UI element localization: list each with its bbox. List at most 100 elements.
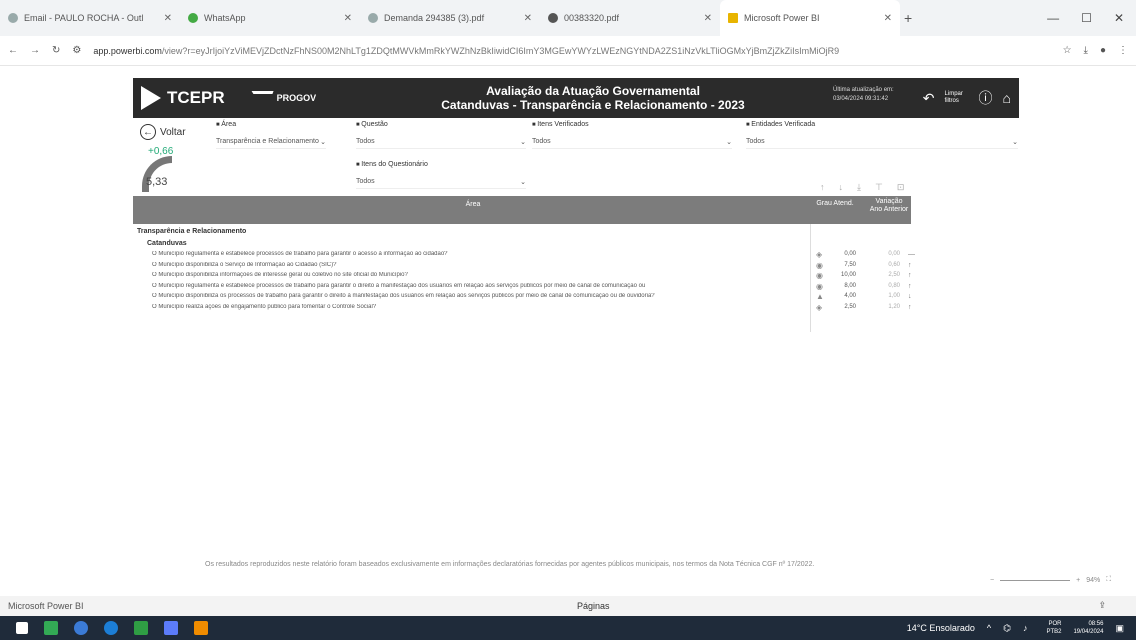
zoom-out-icon[interactable]: − <box>990 577 994 584</box>
row-nota: 0,00 <box>844 251 856 257</box>
drill-down-icon[interactable]: ↓ <box>839 182 844 193</box>
progov-wing-icon <box>246 91 274 105</box>
tab-whatsapp[interactable]: WhatsApp ✕ <box>180 0 360 36</box>
tab-pdf[interactable]: 00383320.pdf ✕ <box>540 0 720 36</box>
column-header-nota[interactable]: Grau Atend. <box>815 200 855 207</box>
outlook-icon[interactable] <box>164 621 178 635</box>
table-row[interactable]: O Município realiza ações de engajamento… <box>152 303 912 315</box>
row-nota: 4,00 <box>844 293 856 299</box>
filter-itens-verificados[interactable]: Itens Verificados Todos ⌄ <box>532 121 732 149</box>
info-icon[interactable]: ⓘ <box>979 88 993 108</box>
chrome-icon[interactable] <box>74 621 88 635</box>
tab-title: Demanda 294385 (3).pdf <box>384 13 485 23</box>
status-circle-icon: ◉ <box>816 281 823 291</box>
browser-tab-strip: Email - PAULO ROCHA - Outl ✕ WhatsApp ✕ De… <box>0 0 1136 36</box>
url-domain: app.powerbi.com <box>93 45 162 56</box>
row-question: O Município regulamenta e estabelece pro… <box>152 251 448 257</box>
tab-demanda-pdf[interactable]: Demanda 294385 (3).pdf ✕ <box>360 0 540 36</box>
powerbi-taskbar-icon[interactable] <box>194 621 208 635</box>
close-tab-icon[interactable]: ✕ <box>164 13 172 24</box>
excel-icon[interactable] <box>134 621 148 635</box>
row-variacao: 1,20 <box>888 303 900 310</box>
table-row[interactable]: O Município disponibiliza informações de… <box>152 271 912 283</box>
clock-date: 19/04/2024 <box>1073 629 1104 635</box>
filter-entidades-value[interactable]: Todos ⌄ <box>746 138 1018 149</box>
tab-powerbi[interactable]: Microsoft Power BI ✕ <box>720 0 900 36</box>
header-actions: ↶ Limpar filtros ⓘ ⌂ <box>923 88 1011 108</box>
clock[interactable]: 08:56 19/04/2024 <box>1073 620 1103 636</box>
filter-itens-questionario-label: Itens do Questionário <box>356 161 526 168</box>
powerbi-icon <box>728 13 738 23</box>
table-row[interactable]: O Município regulamenta e estabelece pro… <box>152 281 912 294</box>
row-group-area[interactable]: Transparência e Relacionamento <box>137 228 246 235</box>
close-tab-icon[interactable]: ✕ <box>704 13 712 24</box>
focus-mode-icon[interactable]: ⊡ <box>897 182 905 193</box>
column-header-area[interactable]: Área <box>133 201 813 208</box>
tab-email[interactable]: Email - PAULO ROCHA - Outl ✕ <box>0 0 180 36</box>
filter-entidades[interactable]: Entidades Verificada Todos ⌄ <box>746 121 1018 149</box>
filter-entidades-selected: Todos <box>746 138 765 145</box>
filter-questao-value[interactable]: Todos ⌄ <box>356 138 526 149</box>
drill-up-icon[interactable]: ↑ <box>820 182 825 193</box>
filter-area-value[interactable]: Transparência e Relacionamento ⌄ <box>216 138 326 149</box>
close-tab-icon[interactable]: ✕ <box>524 13 532 24</box>
url-field[interactable]: app.powerbi.com/view?r=eyJrIjoiYzViMEVjZ… <box>93 46 1050 56</box>
pdf-icon <box>548 13 558 23</box>
volume-icon[interactable]: ♪ <box>1023 623 1028 633</box>
network-icon[interactable]: ⌬ <box>1003 623 1011 634</box>
column-header-variacao[interactable]: Variação Ano Anterior <box>869 198 909 214</box>
score-gauge: +0,66 5,33 <box>142 146 212 196</box>
site-info-icon[interactable]: ⚙ <box>72 45 81 56</box>
visual-toolbar: ↑ ↓ ⤓ ⊤ ⊡ <box>820 182 904 193</box>
minimize-icon[interactable]: — <box>1047 11 1059 25</box>
filter-itens-questionario[interactable]: Itens do Questionário Todos ⌄ <box>356 161 526 189</box>
report-title-line1: Avaliação da Atuação Governamental <box>486 84 700 98</box>
pages-button[interactable]: Páginas <box>577 601 610 611</box>
report-title: Avaliação da Atuação Governamental Catan… <box>433 84 753 112</box>
share-icon[interactable]: ⇪ <box>1098 600 1106 611</box>
status-circle-icon: ◉ <box>816 271 823 280</box>
new-tab-icon[interactable]: + <box>904 10 912 26</box>
filter-questao[interactable]: Questão Todos ⌄ <box>356 121 526 149</box>
filter-area[interactable]: Área Transparência e Relacionamento⌄ <box>216 121 326 149</box>
filter-itens-questionario-value[interactable]: Todos ⌄ <box>356 178 526 189</box>
reload-icon[interactable]: ↻ <box>52 45 60 56</box>
zoom-in-icon[interactable]: + <box>1076 577 1080 584</box>
tray-expand-icon[interactable]: ^ <box>987 623 991 633</box>
bookmark-star-icon[interactable]: ☆ <box>1063 45 1072 56</box>
language-indicator[interactable]: POR PTB2 <box>1039 620 1061 636</box>
filter-icon[interactable]: ⊤ <box>875 182 883 193</box>
table-row[interactable]: O Município disponibiliza os processos d… <box>152 292 912 304</box>
close-window-icon[interactable]: ✕ <box>1114 11 1124 25</box>
file-explorer-icon[interactable] <box>44 621 58 635</box>
maximize-icon[interactable]: ☐ <box>1081 11 1092 25</box>
tcepr-logo-icon <box>141 86 161 110</box>
back-arrow-icon[interactable]: ← <box>8 45 18 56</box>
back-button[interactable]: ← Voltar <box>140 124 186 140</box>
profile-icon[interactable]: ● <box>1100 45 1106 56</box>
weather-widget[interactable]: 14°C Ensolarado <box>907 623 975 633</box>
start-icon[interactable] <box>16 622 28 634</box>
menu-icon[interactable]: ⋮ <box>1118 45 1128 56</box>
tab-title: Email - PAULO ROCHA - Outl <box>24 13 144 23</box>
fit-page-icon[interactable]: ⛶ <box>1106 576 1111 584</box>
expand-icon[interactable]: ⤓ <box>857 182 861 193</box>
close-tab-icon[interactable]: ✕ <box>344 13 352 24</box>
notification-icon[interactable]: ▣ <box>1115 623 1124 634</box>
zoom-slider[interactable] <box>1000 579 1071 581</box>
tab-title: 00383320.pdf <box>564 13 620 23</box>
download-icon[interactable]: ⤓ <box>1084 45 1088 56</box>
table-row[interactable]: O Município disponibiliza o Serviço de I… <box>152 261 912 273</box>
row-group-municipio[interactable]: Catanduvas <box>147 240 187 247</box>
row-question: O Município disponibiliza o Serviço de I… <box>152 261 337 268</box>
table-row[interactable]: O Município regulamenta e estabelece pro… <box>152 250 915 262</box>
close-tab-icon[interactable]: ✕ <box>884 13 892 24</box>
clear-filters-icon[interactable]: ↶ <box>923 90 935 107</box>
home-icon[interactable]: ⌂ <box>1003 90 1011 106</box>
filter-itens-verificados-value[interactable]: Todos ⌄ <box>532 138 732 149</box>
filter-area-label: Área <box>216 121 326 128</box>
whatsapp-icon <box>188 13 198 23</box>
forward-arrow-icon[interactable]: → <box>30 45 40 56</box>
clear-filters-button[interactable]: Limpar filtros <box>945 91 969 105</box>
edge-icon[interactable] <box>104 621 118 635</box>
